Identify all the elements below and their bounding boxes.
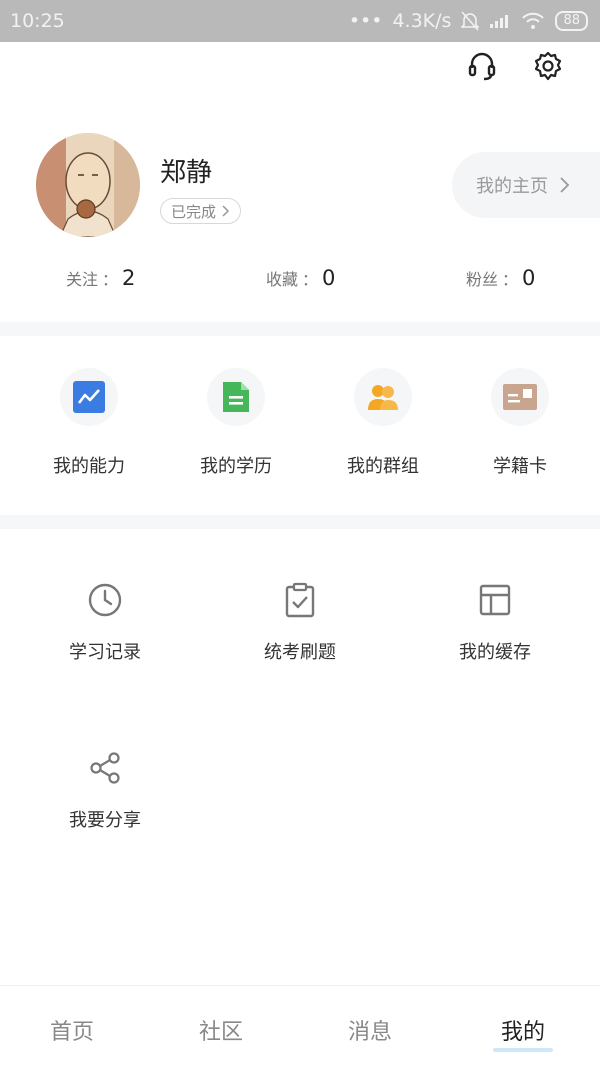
stat-value: 0 — [522, 266, 536, 290]
secondary-menu: 学习记录 统考刷题 我的缓存 我要分享 — [0, 580, 600, 840]
menu-study-record[interactable]: 学习记录 — [30, 580, 180, 664]
tab-home[interactable]: 首页 — [12, 1014, 132, 1046]
tab-messages[interactable]: 消息 — [310, 1014, 430, 1046]
menu-icon-circle — [60, 368, 118, 426]
stat-fans[interactable]: 粉丝： 0 — [466, 266, 535, 290]
group-people-icon — [368, 385, 398, 410]
layout-icon — [479, 584, 511, 616]
chevron-right-icon — [560, 177, 570, 193]
stat-label: 收藏 — [266, 270, 299, 289]
menu-my-cache[interactable]: 我的缓存 — [420, 580, 570, 664]
share-icon — [90, 752, 120, 784]
headset-icon[interactable] — [466, 50, 498, 82]
primary-menu: 我的能力 我的学历 我的群组 学籍卡 — [0, 368, 600, 488]
my-homepage-label: 我的主页 — [476, 176, 548, 197]
status-bar: 10:25 ••• 4.3K/s 88 — [0, 0, 600, 42]
completion-badge[interactable]: 已完成 — [160, 198, 242, 224]
tab-community[interactable]: 社区 — [161, 1014, 281, 1046]
active-tab-indicator — [493, 1048, 553, 1052]
section-divider — [0, 322, 600, 336]
signal-icon — [490, 15, 509, 28]
username: 郑静 — [160, 158, 213, 188]
gear-icon[interactable] — [532, 50, 564, 82]
menu-exam-practice[interactable]: 统考刷题 — [225, 580, 375, 664]
status-right: ••• 4.3K/s 88 — [349, 10, 588, 32]
menu-student-card[interactable]: 学籍卡 — [455, 368, 585, 478]
stat-value: 0 — [322, 266, 336, 290]
bottom-nav: 首页 社区 消息 我的 — [0, 985, 600, 1066]
menu-label: 我要分享 — [69, 810, 141, 831]
chevron-right-icon — [222, 205, 230, 217]
stat-label: 关注 — [66, 270, 99, 289]
stat-following[interactable]: 关注： 2 — [66, 266, 135, 290]
menu-label: 我的群组 — [347, 456, 419, 477]
completion-badge-label: 已完成 — [171, 202, 217, 221]
battery-indicator: 88 — [555, 11, 588, 31]
clock-icon — [88, 583, 122, 617]
menu-icon-circle — [491, 368, 549, 426]
status-dots: ••• — [348, 10, 383, 32]
menu-label: 我的学历 — [200, 456, 272, 477]
menu-icon-circle — [207, 368, 265, 426]
stat-value: 2 — [122, 266, 136, 290]
section-divider — [0, 515, 600, 529]
menu-my-ability[interactable]: 我的能力 — [24, 368, 154, 478]
menu-icon-circle — [354, 368, 412, 426]
mute-bell-icon — [461, 11, 480, 31]
tab-mine[interactable]: 我的 — [463, 1014, 583, 1052]
menu-my-groups[interactable]: 我的群组 — [318, 368, 448, 478]
menu-label: 学习记录 — [69, 642, 141, 663]
ability-chart-icon — [73, 381, 105, 413]
stat-favorites[interactable]: 收藏： 0 — [266, 266, 335, 290]
menu-label: 统考刷题 — [264, 642, 336, 663]
menu-label: 我的缓存 — [459, 642, 531, 663]
my-homepage-button[interactable]: 我的主页 — [452, 152, 600, 218]
tab-mine-label: 我的 — [500, 1020, 545, 1045]
menu-share[interactable]: 我要分享 — [30, 748, 180, 832]
stat-label: 粉丝 — [466, 270, 499, 289]
clipboard-check-icon — [285, 582, 315, 618]
network-speed: 4.3K/s — [392, 10, 452, 32]
status-time: 10:25 — [10, 10, 65, 32]
menu-my-education[interactable]: 我的学历 — [171, 368, 301, 478]
wifi-icon — [522, 12, 545, 29]
stats-row: 关注： 2 收藏： 0 粉丝： 0 — [0, 266, 600, 296]
student-card-icon — [503, 384, 537, 410]
menu-label: 学籍卡 — [493, 456, 547, 477]
avatar[interactable] — [36, 133, 140, 237]
education-doc-icon — [223, 382, 249, 412]
header-actions — [466, 50, 564, 82]
menu-label: 我的能力 — [53, 456, 125, 477]
